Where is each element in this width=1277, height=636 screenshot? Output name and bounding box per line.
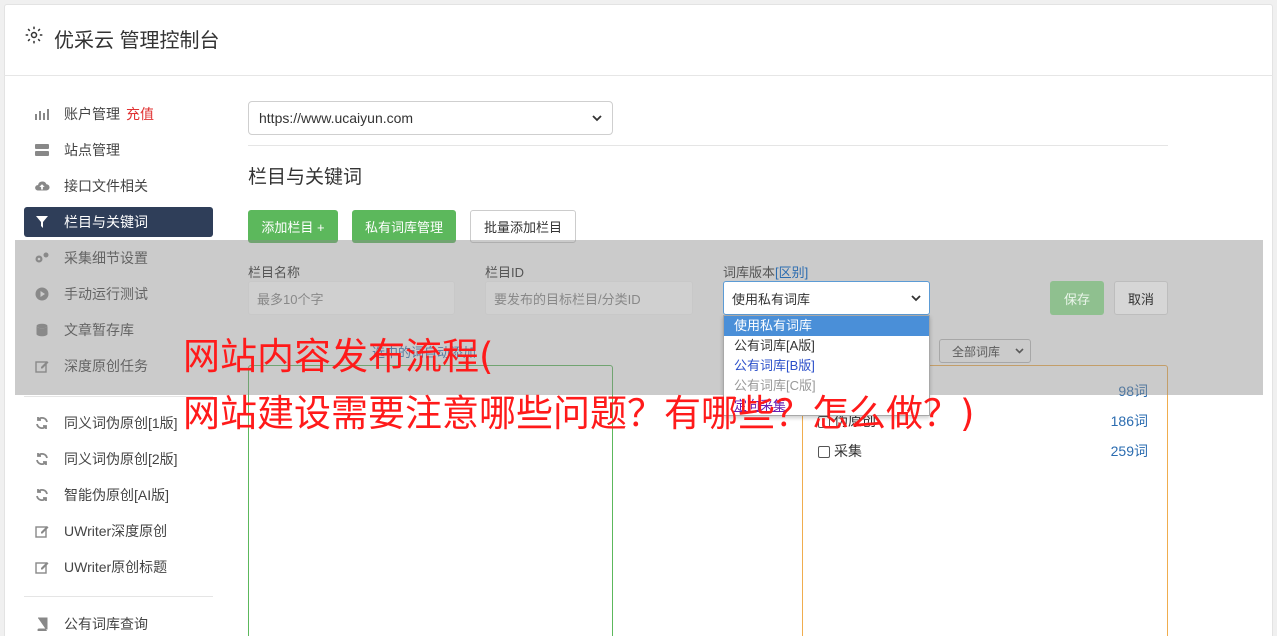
sidebar-item-label: 同义词伪原创[1版]	[64, 415, 178, 431]
library-count[interactable]: 186词	[1111, 411, 1148, 431]
sidebar-item-label: 智能伪原创[AI版]	[64, 487, 170, 503]
filter-icon	[34, 214, 50, 230]
watermark-line-1: 网站内容发布流程(	[183, 335, 494, 378]
refresh-icon	[34, 487, 50, 503]
batch-add-button[interactable]: 批量添加栏目	[470, 210, 576, 243]
sidebar-divider	[24, 596, 213, 597]
lib-version-select[interactable]: 使用私有词库	[723, 281, 930, 315]
column-id-input[interactable]: 要发布的目标栏目/分类ID	[485, 281, 693, 315]
recharge-link[interactable]: 充值	[126, 104, 154, 124]
dropdown-option[interactable]: 使用私有词库	[724, 316, 929, 336]
sidebar-item-columns[interactable]: 栏目与关键词	[24, 207, 213, 237]
chevron-down-icon	[911, 294, 921, 301]
cancel-button[interactable]: 取消	[1114, 281, 1168, 315]
dropdown-option[interactable]: 公有词库[B版]	[724, 356, 929, 376]
library-row[interactable]: 采集 259词	[818, 441, 1148, 461]
sidebar-item-label: 同义词伪原创[2版]	[64, 451, 178, 467]
divider	[248, 145, 1168, 146]
watermark-line-2: 网站建设需要注意哪些问题？有哪些？怎么做？)	[183, 392, 975, 435]
page-title: 优采云 管理控制台	[54, 30, 220, 52]
lib-version-value: 使用私有词库	[732, 291, 811, 307]
sidebar-item-label: 公有词库查询	[64, 616, 148, 632]
bar-chart-icon	[34, 106, 50, 122]
sidebar-item-sites[interactable]: 站点管理	[24, 135, 213, 165]
library-checkbox[interactable]	[818, 446, 830, 459]
sidebar-item-label: 接口文件相关	[64, 178, 148, 194]
chevron-down-icon	[592, 114, 602, 121]
page-header: 优采云 管理控制台	[4, 4, 1273, 76]
sidebar-item-label: 站点管理	[64, 142, 120, 158]
column-id-label: 栏目ID	[485, 265, 525, 280]
sidebar-item-account[interactable]: 账户管理 充值	[24, 99, 213, 129]
lib-version-label: 词库版本[区别]	[723, 262, 808, 281]
dropdown-option[interactable]: 公有词库[A版]	[724, 336, 929, 356]
refresh-icon	[34, 451, 50, 467]
server-icon	[34, 142, 50, 158]
edit-icon	[34, 523, 50, 539]
lib-version-text: 词库版本	[723, 265, 776, 280]
column-name-input[interactable]: 最多10个字	[248, 281, 455, 315]
sidebar-item-public-lib[interactable]: 公有词库查询	[24, 609, 213, 636]
edit-icon	[34, 559, 50, 575]
save-button[interactable]: 保存	[1050, 281, 1104, 315]
refresh-icon	[34, 415, 50, 431]
private-lib-button[interactable]: 私有词库管理	[352, 210, 456, 243]
sidebar-item-label: UWriter原创标题	[64, 559, 168, 575]
sidebar-item-label: UWriter深度原创	[64, 523, 168, 539]
site-select-value: https://www.ucaiyun.com	[259, 110, 414, 126]
lib-version-diff-link[interactable]: [区别]	[775, 265, 808, 280]
sidebar-item-uwriter-title[interactable]: UWriter原创标题	[24, 552, 213, 582]
gear-icon	[25, 26, 43, 44]
section-title: 栏目与关键词	[248, 167, 363, 188]
library-count[interactable]: 259词	[1111, 441, 1148, 461]
library-name: 采集	[834, 443, 862, 459]
site-select[interactable]: https://www.ucaiyun.com	[248, 101, 613, 135]
cloud-upload-icon	[34, 178, 50, 194]
sidebar-item-ai-original[interactable]: 智能伪原创[AI版]	[24, 480, 213, 510]
column-name-label: 栏目名称	[248, 265, 301, 280]
sidebar-item-label: 账户管理	[64, 106, 120, 122]
sidebar-item-label: 栏目与关键词	[64, 214, 148, 230]
book-icon	[34, 616, 50, 632]
sidebar-item-synonym-2[interactable]: 同义词伪原创[2版]	[24, 444, 213, 474]
sidebar-item-uwriter-deep[interactable]: UWriter深度原创	[24, 516, 213, 546]
add-column-button[interactable]: 添加栏目 +	[248, 210, 338, 243]
sidebar-item-interface[interactable]: 接口文件相关	[24, 171, 213, 201]
